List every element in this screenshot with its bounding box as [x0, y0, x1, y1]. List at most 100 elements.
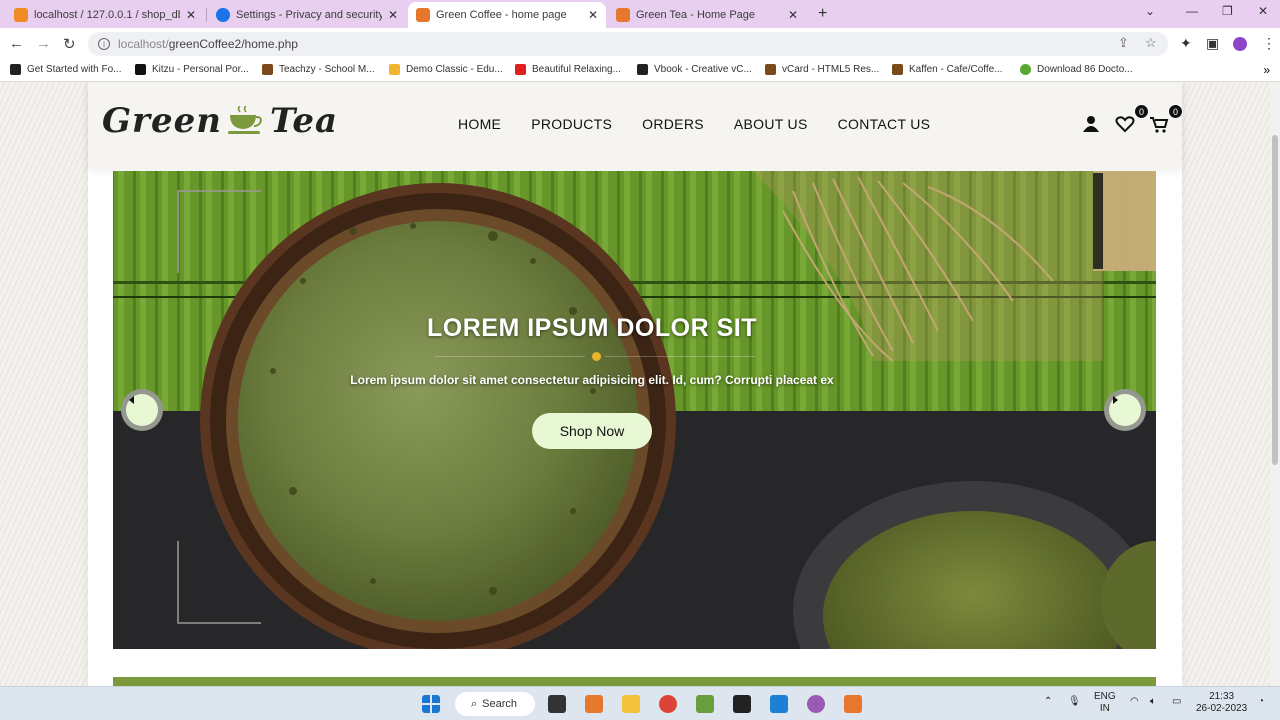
- shop-now-button[interactable]: Shop Now: [532, 413, 652, 449]
- nav-products[interactable]: PRODUCTS: [531, 116, 612, 132]
- extensions-icon[interactable]: ✦: [1180, 35, 1192, 52]
- sidebar-icon[interactable]: ▣: [1206, 35, 1219, 52]
- hero-dot-ornament: [592, 352, 601, 361]
- bookmark-item[interactable]: vCard - HTML5 Res...: [765, 64, 879, 75]
- profile-avatar[interactable]: [1233, 37, 1247, 51]
- caret-right-icon: [1113, 396, 1118, 404]
- kitzu-icon: [135, 64, 146, 75]
- search-icon: ⌕: [471, 697, 478, 710]
- chrome-profile-icon[interactable]: [807, 695, 825, 713]
- xampp-icon: [416, 8, 430, 22]
- volume-icon[interactable]: 🔈︎: [1150, 696, 1156, 708]
- bookmark-item[interactable]: Vbook - Creative vC...: [637, 64, 752, 75]
- nav-contact-us[interactable]: CONTACT US: [838, 116, 931, 132]
- close-icon[interactable]: ✕: [388, 8, 398, 22]
- main-nav: HOME PRODUCTS ORDERS ABOUT US CONTACT US: [458, 116, 960, 132]
- url-host: localhost/: [118, 37, 169, 51]
- forward-icon[interactable]: →: [36, 35, 51, 52]
- bookmark-item[interactable]: Kitzu - Personal Por...: [135, 64, 249, 75]
- notifications-icon[interactable]: ◔: [1258, 696, 1264, 708]
- bookmark-item[interactable]: Beautiful Relaxing...: [515, 64, 621, 75]
- hero-divider: [605, 356, 755, 357]
- slider-prev-button[interactable]: [121, 389, 163, 431]
- vbook-icon: [637, 64, 648, 75]
- bookmarks-bar: Get Started with Fo... Kitzu - Personal …: [0, 60, 1280, 82]
- windows-taskbar: ⌕ Search ⌃ 🎙︎ ENG IN ◠ 🔈︎ ▭ 21:33 26-02-…: [0, 686, 1280, 720]
- site-logo[interactable]: Green Tea: [102, 101, 338, 141]
- more-bookmarks-icon[interactable]: »: [1263, 63, 1270, 77]
- screen-recorder-icon[interactable]: [733, 695, 751, 713]
- tray-chevron-icon[interactable]: ⌃: [1044, 696, 1052, 708]
- hero-divider: [435, 356, 585, 357]
- clock-date: 26-02-2023: [1196, 703, 1248, 714]
- hero-slider: LOREM IPSUM DOLOR SIT Lorem ipsum dolor …: [113, 171, 1156, 649]
- task-view-icon[interactable]: [548, 695, 566, 713]
- hero-background-image: [113, 171, 1156, 649]
- layers-icon: [389, 64, 400, 75]
- tab-title: Settings - Privacy and security: [236, 9, 382, 21]
- file-explorer-icon[interactable]: [622, 695, 640, 713]
- window-close-icon[interactable]: ✕: [1258, 4, 1268, 18]
- gear-icon: [216, 8, 230, 22]
- close-icon[interactable]: ✕: [588, 8, 598, 22]
- minimize-icon[interactable]: —: [1186, 4, 1198, 18]
- page-scrollbar[interactable]: [1270, 83, 1280, 686]
- battery-icon[interactable]: ▭: [1172, 696, 1181, 708]
- site-header: Green Tea HOME PRODUCTS ORDERS ABOUT US …: [88, 83, 1183, 169]
- bookmark-item[interactable]: Kaffen - Cafe/Coffe...: [892, 64, 1003, 75]
- nav-about-us[interactable]: ABOUT US: [734, 116, 808, 132]
- nav-home[interactable]: HOME: [458, 116, 501, 132]
- taskbar-search[interactable]: ⌕ Search: [455, 692, 535, 716]
- nav-orders[interactable]: ORDERS: [642, 116, 704, 132]
- browser-tab-bar: localhost / 127.0.0.1 / shop_db | p ✕ Se…: [0, 0, 1280, 28]
- flag-icon: [10, 64, 21, 75]
- wifi-icon[interactable]: ◠: [1130, 696, 1139, 708]
- language-indicator[interactable]: ENG IN: [1094, 691, 1116, 715]
- tab-title: Green Coffee - home page: [436, 9, 567, 21]
- phpmyadmin-icon: [14, 8, 28, 22]
- notepad-plus-icon[interactable]: [696, 695, 714, 713]
- tab-search-icon[interactable]: ⌄: [1145, 4, 1155, 18]
- new-tab-button[interactable]: +: [818, 5, 827, 23]
- windows-start-icon[interactable]: [422, 695, 440, 713]
- bookmark-star-icon[interactable]: ☆: [1145, 35, 1157, 51]
- microphone-icon[interactable]: 🎙︎: [1068, 696, 1081, 708]
- slider-next-button[interactable]: [1104, 389, 1146, 431]
- bookmark-item[interactable]: Get Started with Fo...: [10, 64, 121, 75]
- menu-icon[interactable]: ⋮: [1262, 35, 1276, 52]
- vscode-icon[interactable]: [770, 695, 788, 713]
- heart-icon[interactable]: [1114, 113, 1136, 135]
- close-icon[interactable]: ✕: [788, 8, 798, 22]
- site-info-icon[interactable]: i: [98, 38, 110, 50]
- chrome-icon[interactable]: [659, 695, 677, 713]
- tab-green-tea[interactable]: Green Tea - Home Page ✕: [608, 2, 806, 28]
- url-path: greenCoffee2/home.php: [168, 37, 298, 51]
- cart-icon[interactable]: [1148, 113, 1170, 135]
- youtube-icon: [515, 64, 526, 75]
- logo-text-tea: Tea: [269, 101, 338, 141]
- cart-count-badge: 0: [1168, 104, 1183, 119]
- url-field[interactable]: i localhost/greenCoffee2/home.php ⇪ ☆: [88, 32, 1168, 56]
- scrollbar-thumb[interactable]: [1272, 135, 1278, 465]
- bookmark-item[interactable]: Teachzy - School M...: [262, 64, 375, 75]
- reload-icon[interactable]: ↻: [63, 35, 76, 53]
- sublime-text-icon[interactable]: [585, 695, 603, 713]
- teachzy-icon: [262, 64, 273, 75]
- close-icon[interactable]: ✕: [186, 8, 196, 22]
- search-label: Search: [482, 698, 518, 710]
- bookmark-item[interactable]: Download 86 Docto...: [1020, 64, 1133, 75]
- tab-green-coffee[interactable]: Green Coffee - home page ✕: [408, 2, 606, 28]
- hero-title: LOREM IPSUM DOLOR SIT: [427, 314, 757, 342]
- tab-settings[interactable]: Settings - Privacy and security ✕: [208, 2, 406, 28]
- tab-title: localhost / 127.0.0.1 / shop_db | p: [34, 9, 180, 21]
- tab-phpmyadmin[interactable]: localhost / 127.0.0.1 / shop_db | p ✕: [6, 2, 204, 28]
- back-icon[interactable]: ←: [9, 35, 24, 52]
- next-section-top-bar: [113, 677, 1156, 686]
- clock-time: 21:33: [1209, 691, 1235, 702]
- share-icon[interactable]: ⇪: [1118, 35, 1129, 51]
- clock[interactable]: 21:33 26-02-2023: [1196, 691, 1247, 715]
- bookmark-item[interactable]: Demo Classic - Edu...: [389, 64, 503, 75]
- user-icon[interactable]: [1080, 113, 1102, 135]
- maximize-icon[interactable]: ❐: [1222, 4, 1233, 18]
- xampp-icon[interactable]: [844, 695, 862, 713]
